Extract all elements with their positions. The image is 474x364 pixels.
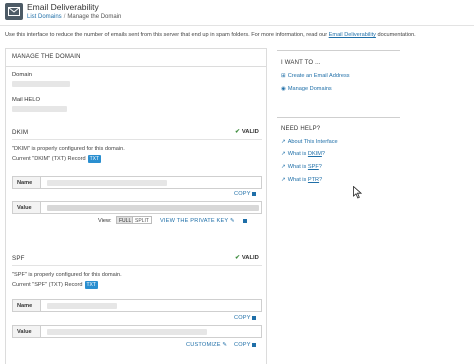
- sidebar-top-rule: [277, 50, 400, 51]
- copy-icon: [251, 315, 256, 320]
- intro-text-after: documentation.: [377, 32, 416, 38]
- view-split-toggle[interactable]: SPLIT: [132, 216, 152, 224]
- external-link-icon: ↗: [281, 164, 286, 170]
- envelope-icon: [5, 3, 23, 20]
- copy-icon: [243, 218, 247, 223]
- dkim-section-title: DKIM: [12, 129, 29, 136]
- help-dkim-prefix: What is: [287, 151, 308, 157]
- dkim-name-copy-button[interactable]: COPY: [234, 191, 256, 197]
- intro-text: Use this interface to reduce the number …: [5, 32, 471, 38]
- manage-domain-panel: MANAGE THE DOMAIN Domain Mail HELO DKIM …: [5, 48, 267, 364]
- spf-customize-link[interactable]: CUSTOMIZE ✎: [186, 342, 227, 348]
- dkim-message: "DKIM" is properly configured for this d…: [12, 146, 125, 152]
- dkim-name-label: Name: [13, 177, 41, 188]
- help-ptr-suffix: ?: [319, 177, 323, 183]
- spf-status-label: VALID: [241, 255, 259, 261]
- help-dkim-suffix: ?: [321, 151, 326, 157]
- page-title: Email Deliverability: [27, 2, 99, 12]
- intro-doc-link[interactable]: Email Deliverability: [329, 32, 376, 38]
- sidebar-want-title: I WANT TO ...: [281, 60, 321, 66]
- sidebar-manage-domains-link[interactable]: ◉ Manage Domains: [281, 86, 332, 92]
- spf-value-text: [47, 329, 207, 335]
- spf-txt-badge: TXT: [84, 281, 98, 289]
- pencil-icon: ✎: [222, 342, 228, 348]
- view-private-key-label: VIEW THE PRIVATE KEY: [160, 218, 229, 224]
- help-what-is-ptr-link[interactable]: ↗ What is PTR?: [281, 177, 322, 183]
- help-spf-suffix: ?: [318, 164, 322, 170]
- help-what-is-dkim-link[interactable]: ↗ What is DKIM?: [281, 151, 325, 157]
- dkim-record-label: Current "DKIM" (TXT) Record TXT: [12, 155, 102, 163]
- external-link-icon: ↗: [281, 177, 286, 183]
- dkim-divider: [12, 139, 262, 140]
- spf-value-copy-label: COPY: [234, 342, 251, 348]
- dkim-txt-badge: TXT: [87, 155, 102, 163]
- help-about-label: About This Interface: [287, 139, 338, 145]
- sidebar-create-email-link[interactable]: ⊞ Create an Email Address: [281, 73, 350, 79]
- dkim-status: ✔ VALID: [235, 129, 259, 135]
- pencil-icon: ✎: [230, 218, 235, 224]
- spf-name-copy-label: COPY: [234, 315, 251, 321]
- help-dkim-label: DKIM: [307, 151, 322, 157]
- help-spf-prefix: What is: [287, 164, 308, 170]
- panel-title: MANAGE THE DOMAIN: [6, 49, 266, 67]
- page-header: Email Deliverability List Domains / Manage…: [0, 0, 474, 26]
- dkim-record-text: Current "DKIM" (TXT) Record: [12, 156, 86, 162]
- breadcrumb-current: Manage the Domain: [67, 14, 122, 20]
- view-private-key-link[interactable]: VIEW THE PRIVATE KEY ✎: [160, 218, 235, 224]
- breadcrumb-list-domains[interactable]: List Domains: [27, 14, 62, 20]
- mail-helo-label: Mail HELO: [12, 97, 41, 103]
- copy-icon: [251, 342, 256, 347]
- sidebar-manage-domains-label: Manage Domains: [287, 86, 332, 92]
- breadcrumb-separator: /: [63, 14, 66, 20]
- spf-name-label: Name: [13, 300, 41, 311]
- dkim-value-text: [47, 205, 259, 211]
- help-about-interface-link[interactable]: ↗ About This Interface: [281, 139, 338, 145]
- spf-value-label: Value: [13, 326, 41, 337]
- dkim-name-field[interactable]: Name: [12, 176, 262, 189]
- plus-square-icon: ⊞: [281, 73, 286, 79]
- spf-section-title: SPF: [12, 255, 25, 262]
- breadcrumb: List Domains / Manage the Domain: [27, 14, 121, 20]
- sidebar-help-title: NEED HELP?: [281, 126, 321, 132]
- help-ptr-label: PTR: [307, 177, 320, 183]
- check-icon: ✔: [235, 255, 240, 261]
- spf-customize-label: CUSTOMIZE: [186, 342, 221, 348]
- dkim-value-copy-button[interactable]: [242, 218, 247, 224]
- external-link-icon: ↗: [281, 139, 286, 145]
- mail-helo-value: [12, 106, 67, 112]
- dkim-value-label: Value: [13, 202, 41, 213]
- help-spf-label: SPF: [307, 164, 319, 170]
- spf-name-copy-button[interactable]: COPY: [234, 315, 256, 321]
- sidebar-create-email-label: Create an Email Address: [287, 73, 350, 79]
- dkim-status-label: VALID: [241, 129, 259, 135]
- dkim-name-value: [47, 180, 167, 186]
- intro-text-before: Use this interface to reduce the number …: [5, 32, 328, 38]
- spf-value-copy-button[interactable]: COPY: [234, 342, 256, 348]
- spf-status: ✔ VALID: [235, 255, 259, 261]
- spf-name-field[interactable]: Name: [12, 299, 262, 312]
- view-mode-label: View:: [98, 218, 112, 224]
- copy-icon: [251, 191, 256, 196]
- domain-label: Domain: [12, 72, 32, 78]
- spf-value-field[interactable]: Value: [12, 325, 262, 338]
- domain-value: [12, 81, 70, 87]
- dkim-name-copy-label: COPY: [234, 191, 251, 197]
- sidebar-help-rule: [277, 117, 400, 118]
- spf-name-value: [47, 303, 117, 309]
- external-link-icon: ↗: [281, 151, 286, 157]
- dkim-value-field[interactable]: Value: [12, 201, 262, 214]
- spf-record-label: Current "SPF" (TXT) Record TXT: [12, 281, 98, 289]
- globe-icon: ◉: [281, 86, 286, 92]
- check-icon: ✔: [235, 129, 240, 135]
- spf-divider: [12, 265, 262, 266]
- spf-message: "SPF" is properly configured for this do…: [12, 272, 122, 278]
- spf-record-text: Current "SPF" (TXT) Record: [12, 282, 83, 288]
- cursor-icon: [353, 185, 363, 201]
- help-what-is-spf-link[interactable]: ↗ What is SPF?: [281, 164, 322, 170]
- help-ptr-prefix: What is: [287, 177, 308, 183]
